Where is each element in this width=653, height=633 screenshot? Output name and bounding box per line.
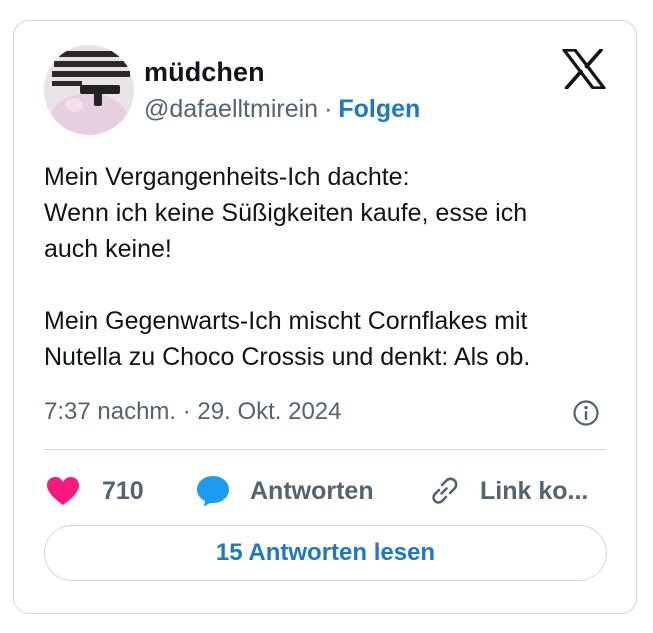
copy-link-label: Link ko...: [480, 476, 589, 505]
tweet-paragraph: Mein Vergangenheits-Ich dachte: Wenn ich…: [44, 159, 614, 267]
like-button[interactable]: 710: [46, 471, 144, 511]
display-name[interactable]: müdchen: [144, 57, 265, 88]
link-icon: [432, 477, 458, 504]
reply-label: Antworten: [250, 476, 374, 505]
like-count: 710: [102, 476, 144, 505]
timestamp-link[interactable]: 7:37 nachm. · 29. Okt. 2024: [44, 398, 342, 425]
follow-button[interactable]: Folgen: [338, 95, 420, 123]
tweet-paragraph: Mein Gegenwarts-Ich mischt Cornflakes mi…: [44, 303, 614, 375]
divider: [44, 449, 606, 450]
tweet-line: Nutella zu Choco Crossis und denkt: Als …: [44, 343, 531, 371]
copy-link-button[interactable]: Link ko...: [426, 471, 588, 511]
tweet-line: Wenn ich keine Süßigkeiten kaufe, esse i…: [44, 199, 528, 227]
tweet-timestamp: 7:37 nachm. · 29. Okt. 2024: [44, 398, 342, 426]
heart-icon: [47, 477, 79, 505]
action-bar: 710 Antworten Link ko...: [44, 471, 609, 511]
separator-dot: ·: [324, 95, 333, 123]
speech-bubble-icon: [197, 476, 229, 507]
tweet-card: müdchen @dafaelltmirein · Folgen Mein Verg…: [13, 20, 637, 614]
avatar[interactable]: [44, 45, 134, 135]
tweet-text: Mein Vergangenheits-Ich dachte: Wenn ich…: [44, 159, 614, 375]
info-icon[interactable]: [572, 399, 600, 427]
tweet-line: Mein Gegenwarts-Ich mischt Cornflakes mi…: [44, 307, 528, 335]
reply-button[interactable]: Antworten: [196, 471, 374, 511]
handle-row: @dafaelltmirein · Folgen: [144, 95, 420, 124]
user-handle[interactable]: @dafaelltmirein: [144, 95, 318, 123]
tweet-line: Mein Vergangenheits-Ich dachte:: [44, 163, 410, 191]
tweet-line: auch keine!: [44, 235, 172, 263]
read-replies-button[interactable]: 15 Antworten lesen: [44, 525, 607, 581]
x-logo-icon[interactable]: [562, 48, 606, 90]
